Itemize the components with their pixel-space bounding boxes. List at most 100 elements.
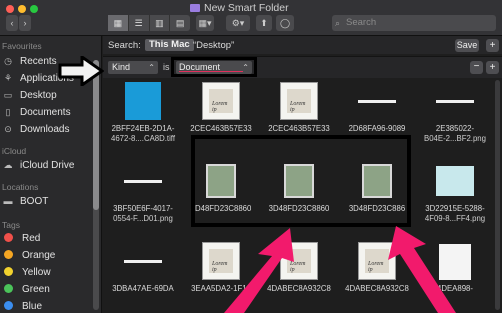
file-item[interactable]: 3D22915E-5288- 4F09-8...FF4.png	[416, 162, 494, 234]
file-thumbnail: Lorem ip	[280, 82, 318, 120]
doc-preview: Lorem ip	[209, 89, 233, 113]
file-item[interactable]: Lorem ip 4DABEC8A932C8	[338, 242, 416, 313]
kind-value-select[interactable]: Document	[176, 61, 252, 74]
file-item[interactable]: Lorem ip 3EAA5DA2-1F18	[182, 242, 260, 313]
disk-icon: ▬	[3, 196, 13, 206]
window-title: New Smart Folder	[190, 1, 350, 15]
downloads-icon: ⊙	[4, 124, 12, 134]
file-name: 2CEC463B57E33	[190, 124, 252, 133]
file-thumbnail	[436, 166, 474, 196]
sidebar-item-downloads[interactable]: ⊙ Downloads	[2, 122, 69, 136]
sidebar-item-label: Green	[22, 284, 50, 295]
locations-header: Locations	[2, 182, 39, 192]
file-thumbnail	[124, 260, 162, 263]
green-tag-dot	[4, 284, 13, 293]
clock-icon: ◷	[4, 56, 12, 66]
icon-view-button[interactable]: ▦	[108, 15, 129, 31]
sidebar-item-label: Red	[22, 233, 41, 244]
smart-folder-icon	[190, 4, 200, 12]
spelling-underline	[179, 71, 243, 72]
file-name-line2: 4672-8....CA8D.tiff	[111, 134, 175, 143]
sidebar-item-icloud-drive[interactable]: ☁ iCloud Drive	[2, 158, 75, 172]
file-item[interactable]: 3BF50E6F-4017- 0554-F...D01.png	[104, 162, 182, 234]
zoom-window-button[interactable]	[30, 5, 38, 13]
sidebar-item-label: Blue	[22, 301, 43, 312]
file-item[interactable]: Lorem ip 4DABEC8A932C8	[260, 242, 338, 313]
gallery-view-button[interactable]: ▤	[170, 15, 190, 31]
column-view-button[interactable]: ▥	[150, 15, 171, 31]
doc-preview-text: Lorem ip	[368, 261, 384, 273]
window-title-text: New Smart Folder	[204, 2, 289, 14]
desktop-icon: ▭	[3, 90, 13, 100]
sidebar-item-label: BOOT	[20, 196, 49, 207]
file-name: 2BFF24EB-2D1A-	[111, 124, 175, 133]
file-thumbnail: Lorem ip	[202, 242, 240, 280]
document-icon: ▯	[5, 107, 11, 117]
file-name: 3BF50E6F-4017-	[113, 204, 173, 213]
sidebar-item-documents[interactable]: ▯ Documents	[2, 105, 71, 119]
sidebar-item-tag-orange[interactable]: Orange	[2, 249, 55, 263]
file-thumbnail	[125, 82, 161, 120]
forward-button[interactable]: ›	[19, 15, 31, 31]
blue-tag-dot	[4, 301, 13, 310]
save-search-button[interactable]: Save	[455, 39, 479, 52]
favourites-header: Favourites	[2, 41, 42, 51]
add-criteria-top-button[interactable]: +	[486, 39, 499, 52]
sidebar-item-recents[interactable]: ◷ Recents	[2, 54, 57, 68]
file-thumbnail	[436, 100, 474, 103]
icloud-header: iCloud	[2, 146, 27, 156]
search-criteria-row: Kind is Document − +	[103, 56, 502, 78]
view-mode-selector: ▦ ☰ ▥ ▤	[108, 15, 190, 31]
remove-criteria-button[interactable]: −	[470, 61, 483, 74]
add-criteria-button[interactable]: +	[486, 61, 499, 74]
group-by-button[interactable]: ▦▾	[196, 15, 214, 31]
red-tag-dot	[4, 233, 13, 242]
close-window-button[interactable]	[6, 5, 14, 13]
scope-desktop-button[interactable]: “Desktop”	[193, 40, 234, 51]
sidebar-item-label: iCloud Drive	[20, 160, 75, 171]
tag-button[interactable]: ◯	[276, 15, 294, 31]
share-button[interactable]: ⬆	[256, 15, 272, 31]
search-placeholder: Search	[346, 17, 377, 28]
file-name-line2: B04E-2...BF2.png	[424, 134, 486, 143]
main-scrollbar[interactable]	[495, 80, 500, 310]
sidebar-item-tag-red[interactable]: Red	[2, 232, 40, 246]
sidebar-item-tag-blue[interactable]: Blue	[2, 300, 42, 313]
file-name-line2: 0554-F...D01.png	[113, 214, 173, 223]
main-content: Search: This Mac “Desktop” Save + Kind i…	[103, 36, 502, 313]
scope-this-mac-button[interactable]: This Mac	[145, 39, 194, 51]
file-item[interactable]: 2BFF24EB-2D1A- 4672-8....CA8D.tiff	[104, 82, 182, 154]
file-item[interactable]: 4DEA898-	[416, 242, 494, 313]
sidebar-item-label: Recents	[20, 56, 57, 67]
file-item[interactable]: 2E385022- B04E-2...BF2.png	[416, 82, 494, 154]
action-gear-button[interactable]: ⚙▾	[226, 15, 250, 31]
search-scope-label: Search:	[108, 40, 141, 51]
doc-preview: Lorem ip	[365, 249, 389, 273]
sidebar-item-desktop[interactable]: ▭ Desktop	[2, 88, 57, 102]
file-item[interactable]: 3DBA47AE-69DA	[104, 242, 182, 313]
sidebar-item-label: Orange	[22, 250, 56, 261]
file-thumbnail	[124, 180, 162, 183]
attribute-select[interactable]: Kind	[108, 61, 158, 74]
sidebar-item-label: Documents	[20, 107, 71, 118]
file-name: 4DABEC8A932C8	[345, 284, 409, 293]
title-bar: New Smart Folder ‹ › ▦ ☰ ▥ ▤ ▦▾ ⚙▾ ⬆ ◯ ⌕…	[0, 0, 502, 36]
doc-preview: Lorem ip	[287, 89, 311, 113]
sidebar-item-label: Desktop	[20, 90, 57, 101]
search-input[interactable]: ⌕ Search	[332, 15, 496, 31]
yellow-tag-dot	[4, 267, 13, 276]
doc-preview-text: Lorem ip	[290, 101, 306, 113]
orange-tag-dot	[4, 250, 13, 259]
sidebar-item-tag-yellow[interactable]: Yellow	[2, 266, 51, 280]
sidebar-item-tag-green[interactable]: Green	[2, 283, 50, 297]
doc-preview-text: Lorem ip	[290, 261, 306, 273]
list-view-button[interactable]: ☰	[129, 15, 150, 31]
sidebar-item-label: Downloads	[20, 124, 70, 135]
sidebar-scrollbar[interactable]	[93, 60, 99, 310]
minimize-window-button[interactable]	[18, 5, 26, 13]
doc-preview-text: Lorem ip	[212, 101, 228, 113]
file-name: 2CEC463B57E33	[268, 124, 330, 133]
back-button[interactable]: ‹	[6, 15, 18, 31]
sidebar-item-boot[interactable]: ▬ BOOT	[2, 194, 49, 208]
search-scope-bar: Search: This Mac “Desktop” Save +	[103, 36, 502, 54]
